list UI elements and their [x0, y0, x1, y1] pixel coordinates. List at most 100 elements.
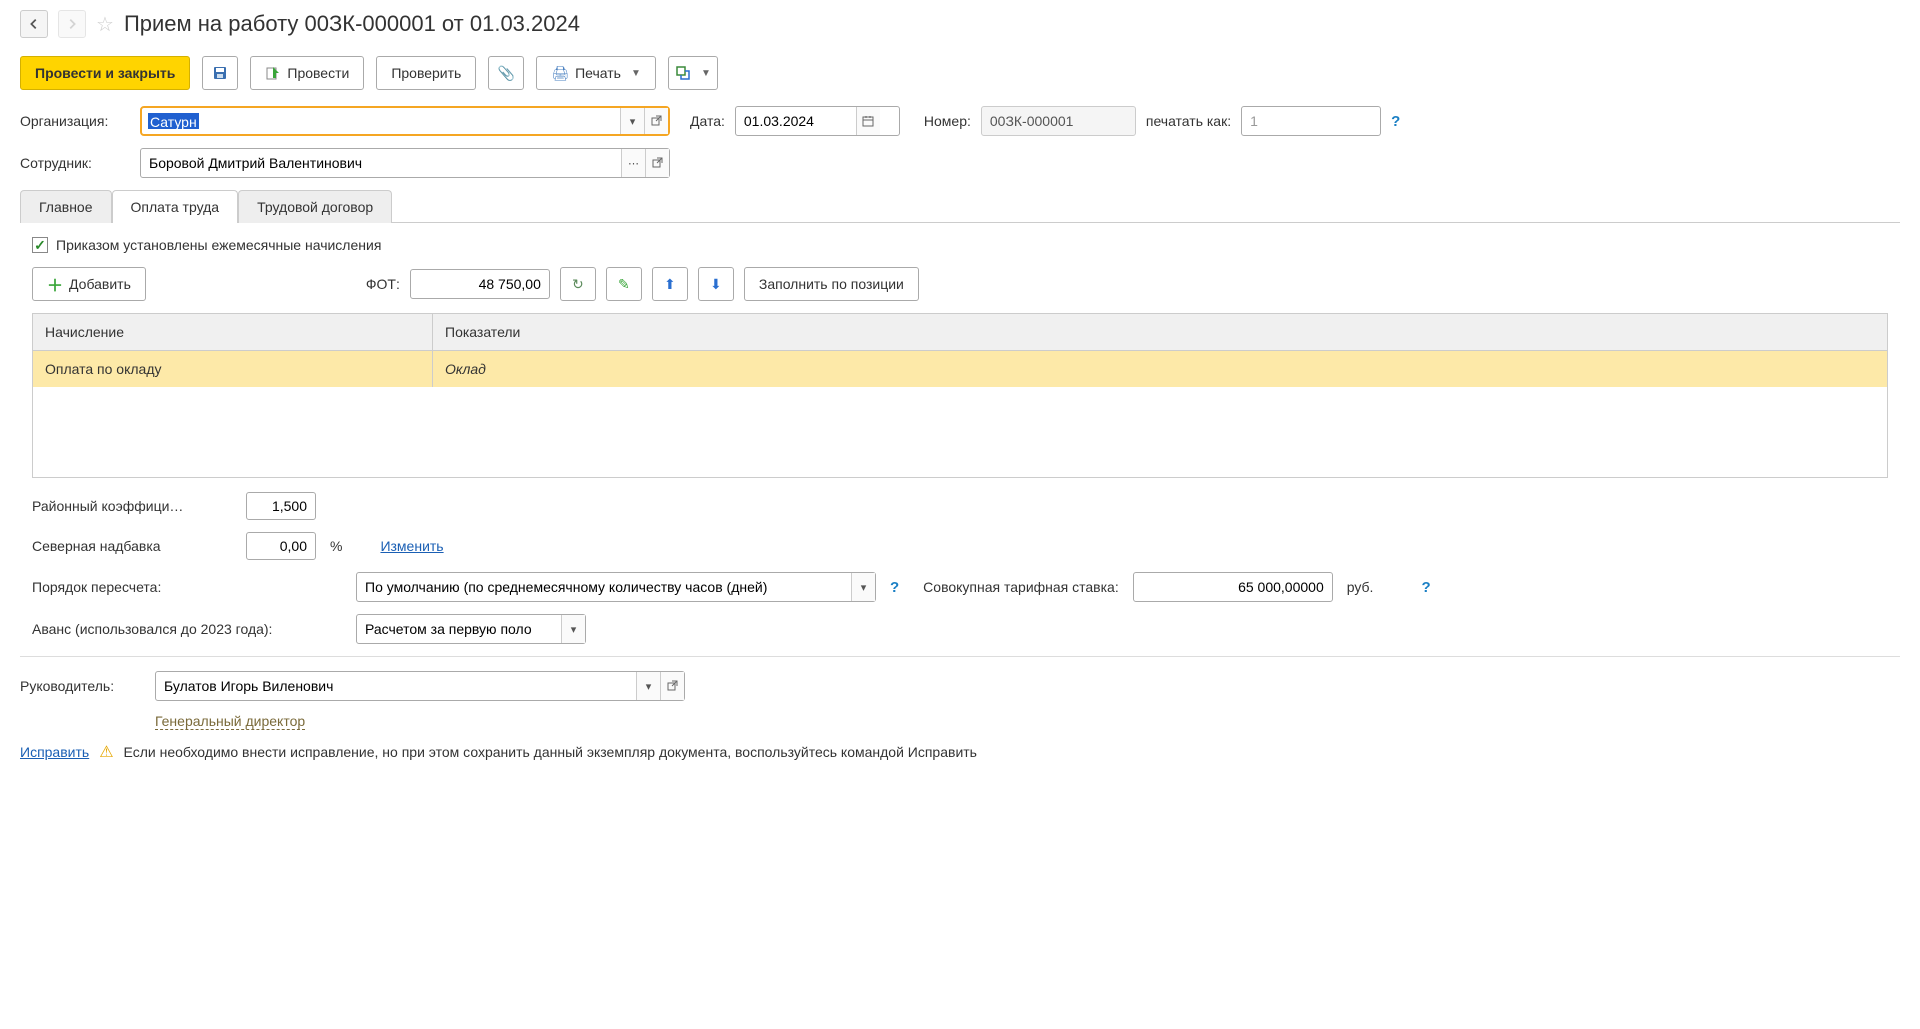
fot-label: ФОТ: [366, 276, 400, 292]
help-icon[interactable]: ? [1391, 113, 1400, 130]
recalc-label: Порядок пересчета: [32, 579, 342, 595]
dropdown-button[interactable]: ▾ [620, 108, 644, 134]
add-label: Добавить [69, 276, 131, 292]
employee-label: Сотрудник: [20, 155, 130, 171]
cell-accrual: Оплата по окладу [33, 351, 433, 387]
date-value[interactable] [736, 107, 856, 135]
district-coeff-input[interactable] [246, 492, 316, 520]
number-label: Номер: [924, 113, 971, 129]
more-actions-button[interactable]: ▼ [668, 56, 718, 90]
manager-row: Руководитель: ▾ [20, 671, 1900, 701]
table-header: Начисление Показатели [33, 314, 1887, 351]
open-button[interactable] [645, 149, 669, 177]
fix-link[interactable]: Исправить [20, 744, 89, 760]
change-link[interactable]: Изменить [380, 538, 443, 554]
tab-main[interactable]: Главное [20, 190, 112, 223]
recalc-value[interactable] [357, 573, 851, 601]
tabs: Главное Оплата труда Трудовой договор [20, 190, 1900, 223]
check-button[interactable]: Проверить [376, 56, 476, 90]
arrow-down-icon: ⬇ [710, 276, 722, 293]
col-indicators-header[interactable]: Показатели [433, 314, 1887, 350]
manager-value[interactable] [156, 672, 636, 700]
print-as-value[interactable] [1242, 107, 1380, 135]
attach-button[interactable]: 📎 [488, 56, 524, 90]
chevron-down-icon: ▾ [646, 680, 652, 693]
district-coeff-row: Районный коэффици… [20, 492, 1900, 520]
tariff-label: Совокупная тарифная ставка: [923, 579, 1119, 595]
manager-position-row: Генеральный директор [20, 713, 1900, 730]
post-button[interactable]: Провести [250, 56, 364, 90]
organization-value: Сатурн [148, 113, 199, 129]
employee-value[interactable] [141, 149, 621, 177]
help-icon[interactable]: ? [890, 579, 899, 596]
dropdown-button[interactable]: ▾ [851, 573, 875, 601]
manager-input[interactable]: ▾ [155, 671, 685, 701]
print-as-input[interactable] [1241, 106, 1381, 136]
favorite-star-icon[interactable]: ☆ [96, 12, 114, 37]
fot-value[interactable] [411, 270, 549, 298]
arrow-up-icon: ⬆ [664, 276, 676, 293]
save-icon [212, 65, 228, 81]
fix-warning-row: Исправить ⚠ Если необходимо внести испра… [20, 742, 1900, 762]
employee-input[interactable]: ⋯ [140, 148, 670, 178]
org-date-row: Организация: Сатурн ▾ Дата: Номер: 00ЗК-… [20, 106, 1900, 136]
plus-icon: ＋ [47, 272, 63, 296]
calendar-icon [862, 115, 874, 127]
fill-by-position-button[interactable]: Заполнить по позиции [744, 267, 919, 301]
edit-button[interactable]: ✎ [606, 267, 642, 301]
dropdown-button[interactable]: ▾ [561, 615, 585, 643]
table-empty-area [33, 387, 1887, 477]
tariff-value[interactable] [1134, 573, 1332, 601]
monthly-accruals-label: Приказом установлены ежемесячные начисле… [56, 237, 381, 253]
organization-input[interactable]: Сатурн ▾ [140, 106, 670, 136]
nav-back-button[interactable] [20, 10, 48, 38]
employee-row: Сотрудник: ⋯ [20, 148, 1900, 178]
dropdown-button[interactable]: ▾ [636, 672, 660, 700]
arrow-right-icon [65, 16, 79, 32]
monthly-accruals-checkbox-row: ✓ Приказом установлены ежемесячные начис… [20, 237, 1900, 253]
help-icon[interactable]: ? [1421, 579, 1430, 596]
chevron-down-icon: ▼ [631, 68, 641, 79]
monthly-accruals-checkbox[interactable]: ✓ [32, 237, 48, 253]
tariff-input[interactable] [1133, 572, 1333, 602]
manager-position-link[interactable]: Генеральный директор [155, 713, 305, 730]
printer-icon: 🖨 [551, 65, 569, 82]
date-label: Дата: [690, 113, 725, 129]
link-nav-icon [675, 65, 691, 81]
tab-pay[interactable]: Оплата труда [112, 190, 239, 223]
nav-forward-button[interactable] [58, 10, 86, 38]
north-input[interactable] [246, 532, 316, 560]
fot-input[interactable] [410, 269, 550, 299]
fix-text: Если необходимо внести исправление, но п… [124, 744, 977, 760]
advance-select[interactable]: ▾ [356, 614, 586, 644]
chevron-down-icon: ▾ [571, 623, 577, 636]
post-button-label: Провести [287, 65, 349, 81]
print-button[interactable]: 🖨 Печать ▼ [536, 56, 656, 90]
refresh-button[interactable]: ↻ [560, 267, 596, 301]
advance-label: Аванс (использовался до 2023 года): [32, 621, 342, 637]
post-and-close-button[interactable]: Провести и закрыть [20, 56, 190, 90]
table-row[interactable]: Оплата по окладу Оклад [33, 351, 1887, 387]
manager-label: Руководитель: [20, 678, 145, 694]
advance-value[interactable] [357, 615, 561, 643]
chevron-down-icon: ▾ [861, 581, 867, 594]
col-accrual-header[interactable]: Начисление [33, 314, 433, 350]
save-button[interactable] [202, 56, 238, 90]
date-input[interactable] [735, 106, 900, 136]
open-button[interactable] [660, 672, 684, 700]
recalc-row: Порядок пересчета: ▾ ? Совокупная тарифн… [20, 572, 1900, 602]
open-external-icon [652, 157, 664, 169]
calendar-button[interactable] [856, 107, 880, 135]
chevron-down-icon: ▾ [630, 115, 636, 128]
open-external-icon [667, 680, 679, 692]
move-down-button[interactable]: ⬇ [698, 267, 734, 301]
cell-indicator: Оклад [433, 351, 1887, 387]
open-button[interactable] [644, 108, 668, 134]
advance-row: Аванс (использовался до 2023 года): ▾ [20, 614, 1900, 644]
select-button[interactable]: ⋯ [621, 149, 645, 177]
add-button[interactable]: ＋ Добавить [32, 267, 146, 301]
recalc-select[interactable]: ▾ [356, 572, 876, 602]
tab-contract[interactable]: Трудовой договор [238, 190, 392, 223]
organization-label: Организация: [20, 113, 130, 129]
move-up-button[interactable]: ⬆ [652, 267, 688, 301]
